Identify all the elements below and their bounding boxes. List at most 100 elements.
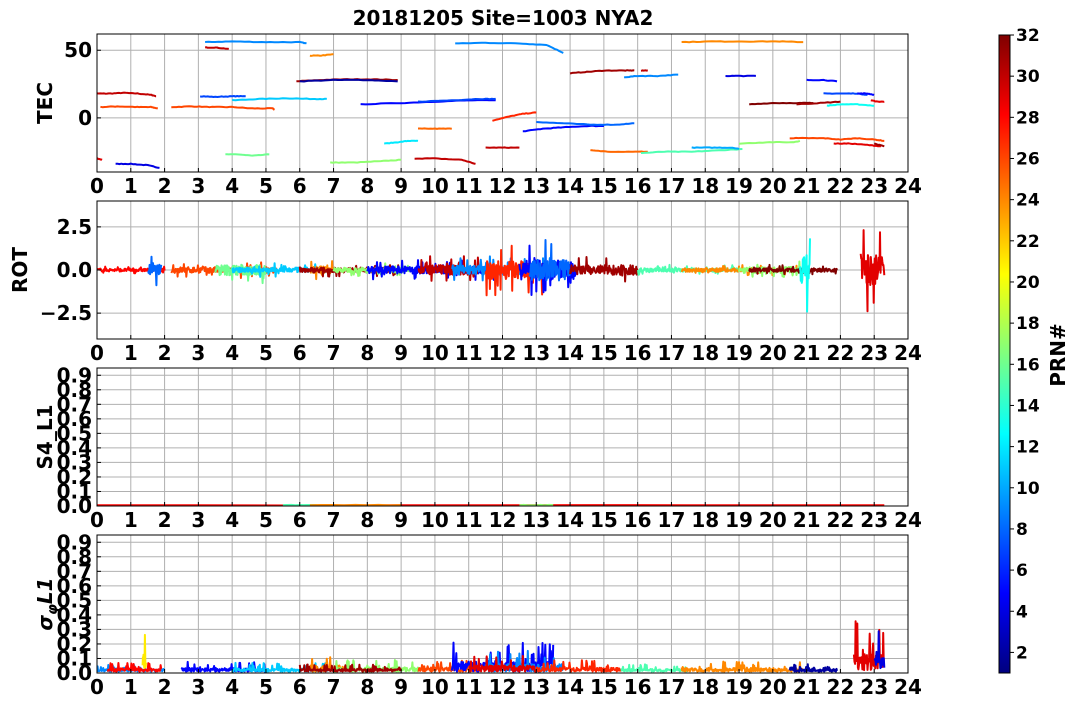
x-tick-label: 8 [360, 675, 374, 699]
x-tick-label: 11 [455, 341, 483, 365]
series-prn-26 [789, 136, 885, 142]
series-prn-24 [680, 660, 805, 673]
series-prn-29 [97, 157, 103, 161]
colorbar-tick-label: 4 [1016, 602, 1028, 622]
x-tick-label: 7 [327, 341, 341, 365]
series-prn-24 [309, 53, 334, 57]
x-tick-label: 4 [225, 341, 239, 365]
x-tick-label: 23 [860, 508, 888, 532]
series-prn-7 [200, 95, 246, 98]
colorbar-tick-label: 26 [1016, 149, 1040, 169]
x-tick-label: 22 [826, 675, 854, 699]
x-tick-label: 2 [158, 174, 172, 198]
y-tick-label: 50 [64, 38, 92, 62]
series-prn-17 [738, 139, 801, 145]
x-tick-label: 21 [793, 675, 821, 699]
x-tick-label: 23 [860, 174, 888, 198]
x-tick-label: 13 [522, 508, 550, 532]
y-axis-label: ROT [8, 247, 32, 293]
x-tick-label: 22 [826, 508, 854, 532]
series-prn-17 [330, 158, 402, 164]
x-tick-label: 10 [421, 675, 449, 699]
x-tick-label: 8 [360, 341, 374, 365]
x-tick-label: 24 [894, 174, 922, 198]
series-prn-30 [97, 91, 157, 98]
grid [97, 535, 908, 673]
x-tick-label: 18 [691, 174, 719, 198]
x-tick-label: 7 [327, 174, 341, 198]
x-tick-label: 12 [489, 675, 517, 699]
x-tick-label: 2 [158, 508, 172, 532]
colorbar-tick-label: 22 [1016, 232, 1040, 252]
series-prn-29 [859, 229, 886, 313]
x-tick-label: 0 [90, 174, 104, 198]
y-tick-label: −2.5 [40, 301, 92, 325]
x-tick-label: 9 [394, 508, 408, 532]
series-prn-5 [806, 78, 838, 83]
series-prn-30 [485, 146, 520, 149]
x-tick-label: 16 [624, 508, 652, 532]
x-tick-label: 11 [455, 675, 483, 699]
x-tick-label: 1 [124, 174, 138, 198]
x-tick-label: 16 [624, 675, 652, 699]
series-prn-27 [492, 111, 537, 122]
series-prn-30 [414, 157, 476, 165]
series-prn-28 [106, 662, 163, 673]
x-tick-label: 7 [327, 675, 341, 699]
series-prn-9 [624, 73, 679, 79]
series-prn-25 [418, 127, 452, 130]
x-tick-label: 3 [191, 341, 205, 365]
x-tick-label: 9 [394, 675, 408, 699]
x-tick-label: 5 [259, 174, 273, 198]
colorbar-tick-label: 18 [1016, 314, 1040, 334]
x-tick-label: 8 [360, 174, 374, 198]
y-tick-label: 0 [78, 106, 92, 130]
series-prn-26 [100, 105, 158, 110]
colorbar-tick-label: 32 [1016, 26, 1040, 46]
x-tick-label: 6 [293, 341, 307, 365]
y-axis-label: S4_L1 [33, 405, 57, 470]
x-tick-label: 6 [293, 508, 307, 532]
series-prn-2 [299, 78, 398, 83]
x-tick-label: 12 [489, 341, 517, 365]
x-tick-label: 23 [860, 341, 888, 365]
figure: 20181205 Site=1003 NYA2 0 1 2 3 4 5 6 7 8 9 10 11 12… [8, 6, 1070, 699]
colorbar-tick-label: 6 [1016, 561, 1028, 581]
x-tick-label: 2 [158, 341, 172, 365]
x-tick-label: 9 [394, 174, 408, 198]
series-prn-24 [681, 40, 804, 44]
panel-1: 0 1 2 3 4 5 6 7 8 9 10 11 12 13 14 15 16 17 18 19 20 21 22 23 24… [33, 33, 922, 198]
colorbar-tick-label: 2 [1016, 643, 1028, 663]
series-prn-26 [171, 105, 276, 111]
x-tick-label: 0 [90, 675, 104, 699]
x-tick-label: 24 [894, 508, 922, 532]
series-prn-15 [640, 148, 743, 154]
x-tick-label: 5 [259, 508, 273, 532]
x-tick-label: 1 [124, 675, 138, 699]
panel-2: 0 1 2 3 4 5 6 7 8 9 10 11 12 13 14 15 16 17 18 19 20 21 22 23 24… [8, 200, 922, 365]
x-tick-label: 19 [725, 675, 753, 699]
x-tick-label: 11 [455, 174, 483, 198]
colorbar-tick-label: 8 [1016, 520, 1028, 540]
series-prn-8 [536, 121, 635, 126]
panel-3: 0 1 2 3 4 5 6 7 8 9 10 11 12 13 14 15 16 17 18 19 20 21 22 23 24… [33, 363, 922, 532]
x-tick-label: 21 [793, 508, 821, 532]
series-prn-13 [826, 103, 875, 107]
x-tick-label: 19 [725, 174, 753, 198]
x-tick-label: 18 [691, 341, 719, 365]
x-tick-label: 1 [124, 341, 138, 365]
x-tick-label: 3 [191, 675, 205, 699]
x-tick-label: 24 [894, 675, 922, 699]
y-tick-label: 0.0 [57, 494, 92, 518]
series-prn-8 [147, 255, 163, 287]
x-tick-label: 6 [293, 174, 307, 198]
y-tick-label: 0.0 [57, 661, 92, 685]
data-layer [97, 229, 886, 313]
x-tick-label: 15 [590, 341, 618, 365]
x-tick-label: 0 [90, 341, 104, 365]
colorbar-tick-label: 24 [1016, 191, 1040, 211]
x-tick-label: 14 [556, 174, 584, 198]
x-tick-label: 20 [759, 174, 787, 198]
x-tick-label: 24 [894, 341, 922, 365]
colorbar-label: PRN# [1046, 323, 1070, 387]
